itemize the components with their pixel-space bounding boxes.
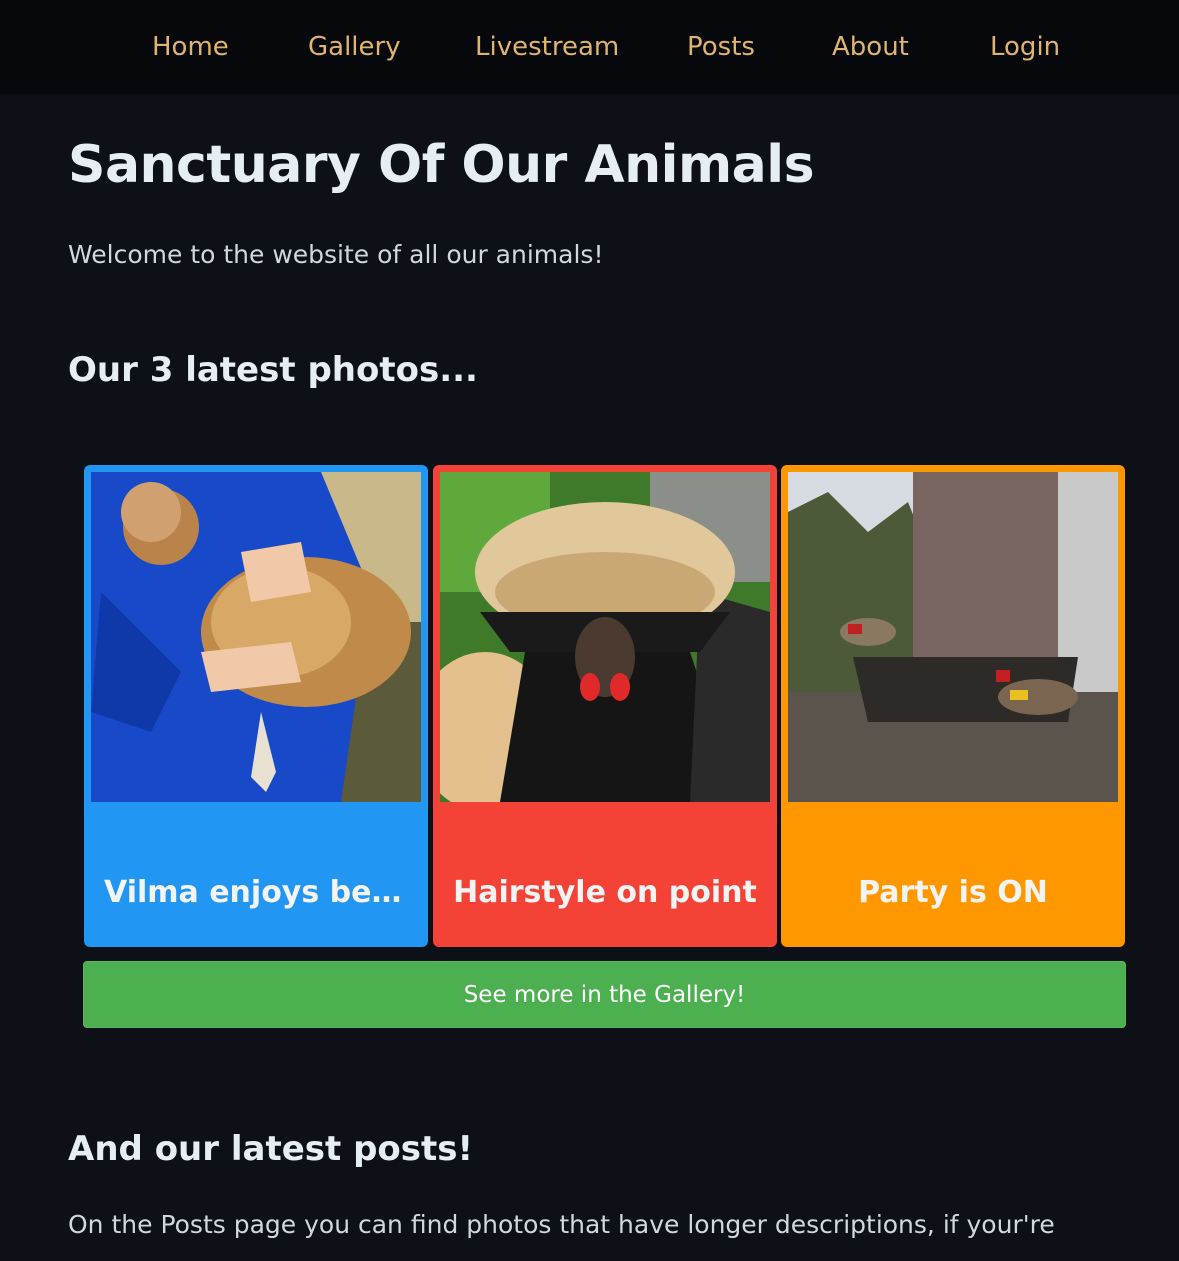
top-navbar: Home Gallery Livestream Posts About Logi… bbox=[0, 0, 1179, 94]
photo-goldfinches-feeder bbox=[788, 472, 1118, 802]
photo-chicken-held bbox=[91, 472, 421, 802]
see-more-gallery-button[interactable]: See more in the Gallery! bbox=[83, 961, 1126, 1028]
nav-login-link[interactable]: Login bbox=[990, 30, 1060, 64]
nav-gallery-link[interactable]: Gallery bbox=[308, 30, 401, 64]
nav-home-link[interactable]: Home bbox=[152, 30, 229, 64]
photo-caption: Hairstyle on point bbox=[453, 875, 757, 910]
photos-heading: Our 3 latest photos... bbox=[68, 350, 478, 390]
photo-card-party[interactable]: Party is ON bbox=[781, 465, 1125, 947]
welcome-text: Welcome to the website of all our animal… bbox=[68, 240, 604, 269]
nav-posts-link[interactable]: Posts bbox=[687, 30, 755, 64]
page-title: Sanctuary Of Our Animals bbox=[68, 135, 815, 195]
posts-intro-text: On the Posts page you can find photos th… bbox=[68, 1210, 1055, 1239]
nav-livestream-link[interactable]: Livestream bbox=[475, 30, 619, 64]
photo-card-hairstyle[interactable]: Hairstyle on point bbox=[433, 465, 777, 947]
posts-heading: And our latest posts! bbox=[68, 1129, 474, 1169]
photo-caption: Party is ON bbox=[858, 875, 1048, 910]
photo-card-vilma[interactable]: Vilma enjoys bein... bbox=[84, 465, 428, 947]
nav-about-link[interactable]: About bbox=[832, 30, 909, 64]
photo-crested-chicken bbox=[440, 472, 770, 802]
photo-caption: Vilma enjoys bein... bbox=[104, 875, 428, 910]
